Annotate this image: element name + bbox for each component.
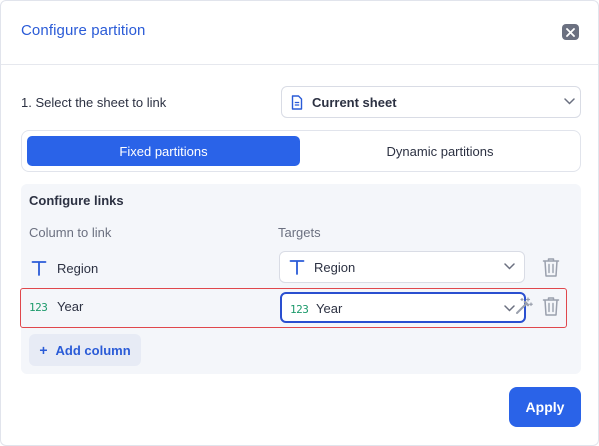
chevron-down-icon (504, 263, 515, 270)
add-column-label: Add column (55, 342, 131, 358)
apply-button[interactable]: Apply (509, 387, 581, 427)
close-icon (566, 27, 575, 37)
link-row-year: 123 Year 123 Year (20, 288, 567, 328)
tab-fixed-partitions[interactable]: Fixed partitions (27, 136, 300, 166)
tab-dynamic-partitions[interactable]: Dynamic partitions (305, 136, 575, 166)
close-button[interactable] (562, 24, 579, 40)
partition-type-toggle: Fixed partitions Dynamic partitions (21, 130, 581, 172)
targets-header: Targets (278, 225, 321, 240)
magic-wand-icon[interactable] (515, 297, 533, 315)
text-type-icon (289, 260, 305, 275)
target-select-value: Year (316, 301, 343, 316)
configure-links-panel: Configure links Column to link Targets R… (20, 184, 581, 374)
configure-links-title: Configure links (29, 193, 124, 208)
target-select-value: Region (314, 260, 356, 275)
sheet-select-label: 1. Select the sheet to link (21, 95, 167, 110)
configure-partition-dialog: Configure partition 1. Select the sheet … (0, 0, 599, 446)
chevron-down-icon (504, 305, 515, 312)
column-to-link-header: Column to link (29, 225, 112, 240)
dialog-title: Configure partition (21, 22, 146, 39)
delete-row-button[interactable] (542, 257, 560, 277)
delete-row-button[interactable] (542, 296, 560, 316)
target-select[interactable]: Region (279, 251, 525, 283)
target-select[interactable]: 123 Year (280, 292, 526, 323)
number-type-icon: 123 (29, 301, 48, 314)
chevron-down-icon (564, 98, 575, 105)
link-row-region: Region Region (21, 251, 581, 287)
number-type-icon: 123 (290, 303, 309, 316)
text-type-icon (31, 261, 47, 276)
document-icon (291, 95, 303, 110)
link-column-name: Region (57, 261, 99, 276)
add-column-button[interactable]: + Add column (29, 334, 141, 366)
sheet-select-value: Current sheet (312, 95, 397, 110)
dialog-header: Configure partition (1, 1, 598, 65)
plus-icon: + (39, 342, 48, 358)
sheet-select[interactable]: Current sheet (281, 86, 581, 118)
link-column-name: Year (57, 299, 84, 314)
